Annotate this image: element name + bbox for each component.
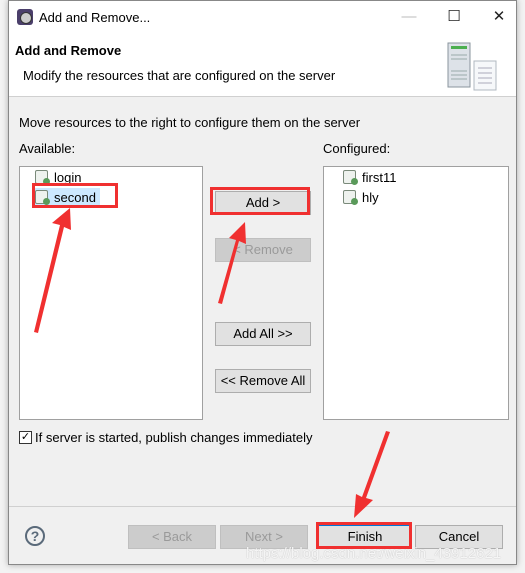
arrow-to-finish [354, 431, 390, 518]
annotation-arrows [34, 208, 390, 518]
arrow-to-add [218, 222, 246, 304]
arrow-to-second [34, 208, 71, 333]
